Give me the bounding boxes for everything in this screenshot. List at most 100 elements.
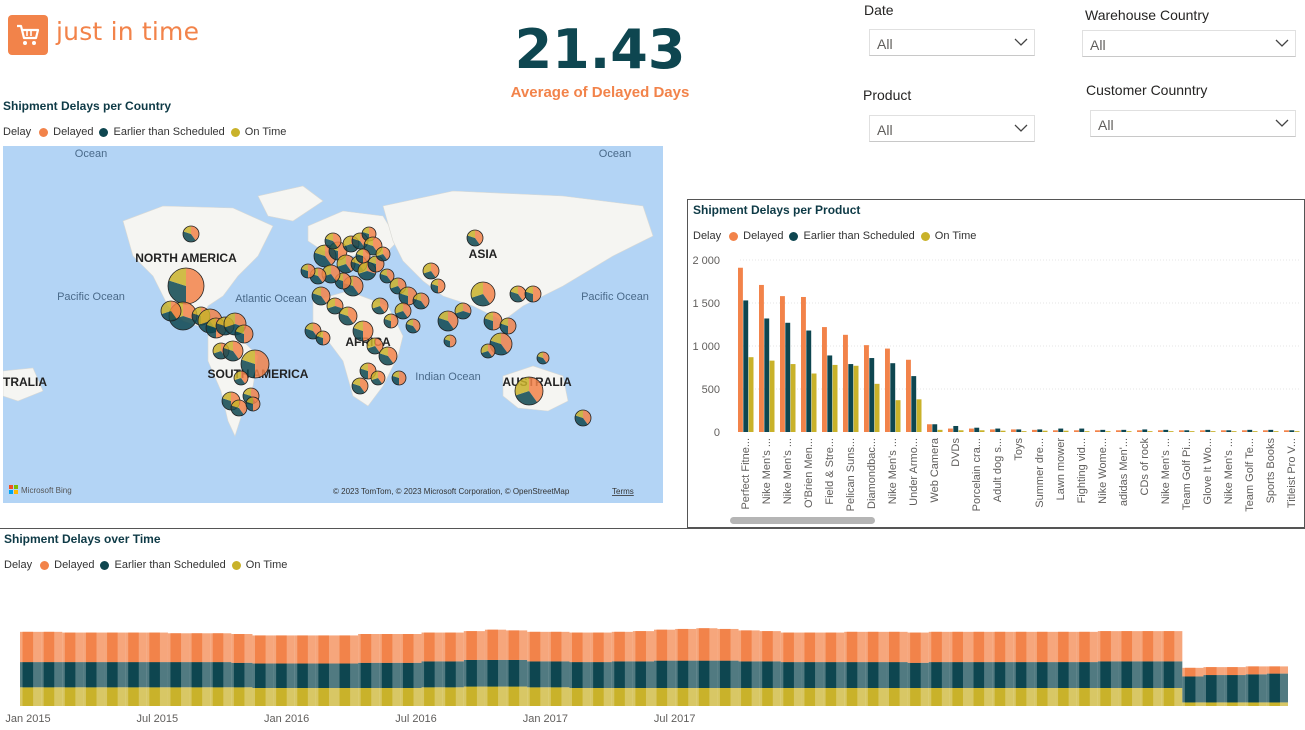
column-earlier-than-scheduled[interactable]	[191, 662, 203, 688]
column-on-time[interactable]	[783, 688, 794, 706]
date-filter-dropdown[interactable]: All	[869, 29, 1035, 56]
country-pie-marker[interactable]	[371, 297, 389, 315]
column-earlier-than-scheduled[interactable]	[994, 662, 1006, 688]
bar-earlier-than-scheduled[interactable]	[1016, 429, 1022, 432]
column-earlier-than-scheduled[interactable]	[952, 662, 963, 688]
bar-delayed[interactable]	[801, 296, 806, 432]
column-on-time[interactable]	[656, 688, 668, 706]
column-earlier-than-scheduled[interactable]	[1058, 662, 1069, 688]
column-earlier-than-scheduled[interactable]	[825, 662, 837, 688]
column-earlier-than-scheduled[interactable]	[593, 662, 604, 688]
column-delayed[interactable]	[318, 635, 329, 664]
bar-delayed[interactable]	[1011, 429, 1016, 432]
column-earlier-than-scheduled[interactable]	[741, 661, 752, 688]
bar-earlier-than-scheduled[interactable]	[1121, 429, 1127, 432]
bar-earlier-than-scheduled[interactable]	[953, 425, 959, 432]
bar-earlier-than-scheduled[interactable]	[848, 364, 854, 432]
country-pie-marker[interactable]	[245, 396, 261, 412]
column-delayed[interactable]	[550, 631, 562, 662]
bar-chart-plot[interactable]: 2 000 1 500 1 000 500 0 Perfect Fitne... Nike …	[688, 200, 1304, 527]
bar-delayed[interactable]	[1263, 430, 1268, 432]
column-on-time[interactable]	[149, 687, 160, 706]
column-earlier-than-scheduled[interactable]	[339, 663, 351, 688]
column-delayed[interactable]	[1227, 667, 1238, 676]
bar-on-time[interactable]	[937, 429, 943, 432]
bar-earlier-than-scheduled[interactable]	[1079, 428, 1085, 432]
bar-on-time[interactable]	[1105, 431, 1111, 432]
bar-on-time[interactable]	[1147, 431, 1153, 432]
bar-delayed[interactable]	[759, 284, 764, 432]
column-earlier-than-scheduled[interactable]	[149, 662, 160, 688]
column-delayed[interactable]	[445, 632, 456, 662]
country-pie-marker[interactable]	[466, 229, 484, 247]
bar-on-time[interactable]	[790, 364, 796, 432]
column-on-time[interactable]	[741, 688, 752, 706]
column-on-time[interactable]	[719, 688, 731, 706]
bar-delayed[interactable]	[780, 296, 785, 432]
column-delayed[interactable]	[1163, 631, 1175, 662]
bar-delayed[interactable]	[948, 428, 953, 432]
column-on-time[interactable]	[952, 688, 963, 706]
country-pie-marker[interactable]	[470, 281, 496, 307]
column-delayed[interactable]	[741, 630, 752, 662]
column-on-time[interactable]	[297, 688, 308, 706]
column-earlier-than-scheduled[interactable]	[698, 660, 710, 688]
column-on-time[interactable]	[360, 688, 372, 706]
column-earlier-than-scheduled[interactable]	[1079, 662, 1090, 688]
column-on-time[interactable]	[128, 687, 139, 706]
column-delayed[interactable]	[1036, 631, 1048, 663]
column-earlier-than-scheduled[interactable]	[43, 662, 55, 688]
country-pie-marker[interactable]	[167, 267, 205, 305]
bar-on-time[interactable]	[1252, 431, 1258, 432]
country-pie-marker[interactable]	[324, 232, 342, 250]
column-earlier-than-scheduled[interactable]	[445, 661, 456, 688]
column-on-time[interactable]	[424, 687, 435, 706]
column-earlier-than-scheduled[interactable]	[466, 659, 477, 687]
column-on-time[interactable]	[889, 688, 900, 706]
column-delayed[interactable]	[656, 629, 668, 661]
bar-on-time[interactable]	[769, 360, 775, 432]
column-delayed[interactable]	[1058, 631, 1069, 663]
country-pie-marker[interactable]	[300, 263, 316, 279]
country-pie-marker[interactable]	[536, 351, 550, 365]
bar-earlier-than-scheduled[interactable]	[806, 330, 812, 432]
column-earlier-than-scheduled[interactable]	[910, 662, 921, 688]
bar-delayed[interactable]	[969, 428, 974, 432]
column-earlier-than-scheduled[interactable]	[867, 662, 879, 688]
column-delayed[interactable]	[572, 632, 583, 663]
bar-delayed[interactable]	[990, 429, 995, 432]
bar-earlier-than-scheduled[interactable]	[1163, 429, 1169, 432]
column-on-time[interactable]	[1269, 702, 1280, 706]
bar-delayed[interactable]	[927, 424, 932, 432]
column-delayed[interactable]	[1121, 631, 1133, 662]
column-delayed[interactable]	[508, 630, 520, 660]
country-pie-marker[interactable]	[233, 370, 249, 386]
column-delayed[interactable]	[783, 632, 794, 663]
column-delayed[interactable]	[994, 631, 1006, 663]
column-on-time[interactable]	[276, 688, 287, 706]
bar-on-time[interactable]	[748, 357, 754, 432]
column-earlier-than-scheduled[interactable]	[276, 663, 287, 688]
column-earlier-than-scheduled[interactable]	[614, 661, 625, 688]
column-on-time[interactable]	[931, 688, 942, 706]
column-delayed[interactable]	[931, 631, 942, 663]
bar-on-time[interactable]	[916, 399, 922, 432]
column-on-time[interactable]	[1142, 688, 1154, 706]
bar-on-time[interactable]	[1021, 431, 1027, 432]
bar-on-time[interactable]	[811, 373, 817, 432]
column-delayed[interactable]	[107, 632, 118, 663]
column-delayed[interactable]	[381, 634, 393, 663]
column-on-time[interactable]	[1184, 702, 1196, 706]
column-on-time[interactable]	[762, 688, 773, 706]
column-delayed[interactable]	[402, 634, 414, 663]
column-earlier-than-scheduled[interactable]	[212, 662, 224, 688]
column-earlier-than-scheduled[interactable]	[424, 661, 435, 688]
column-on-time[interactable]	[825, 688, 837, 706]
bar-earlier-than-scheduled[interactable]	[1247, 429, 1253, 432]
column-on-time[interactable]	[846, 688, 858, 706]
bar-earlier-than-scheduled[interactable]	[764, 318, 770, 432]
column-earlier-than-scheduled[interactable]	[1036, 662, 1048, 688]
column-delayed[interactable]	[1184, 667, 1196, 677]
column-delayed[interactable]	[952, 631, 963, 663]
column-delayed[interactable]	[762, 631, 773, 662]
